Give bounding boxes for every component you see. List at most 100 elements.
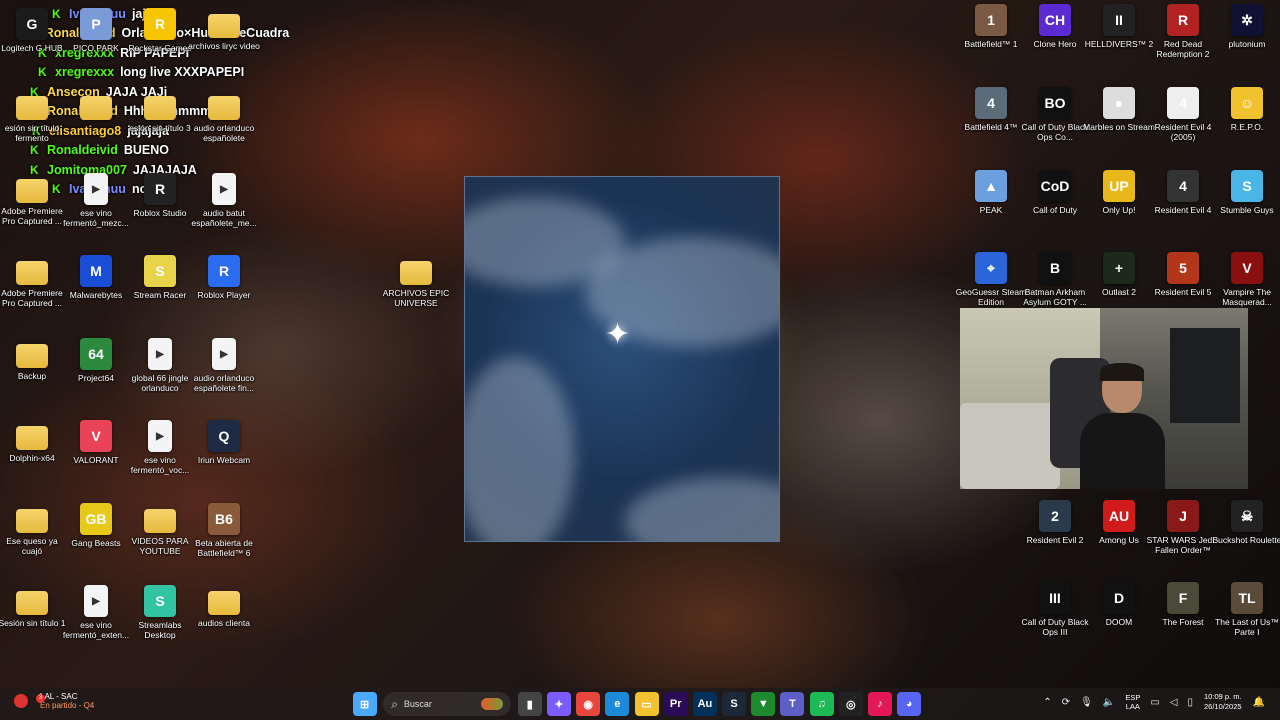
app-icon: D [1103,582,1135,614]
desktop-icon[interactable]: audio orlanduco españolete [189,90,259,143]
streamer [1080,363,1165,489]
desktop-icon[interactable]: 64 Project64 [61,338,131,383]
battery-icon[interactable]: ▯ [1187,697,1193,708]
spotify-button[interactable]: ♫ [809,692,834,716]
desktop-icon[interactable]: V VALORANT [61,420,131,465]
desktop-icon[interactable]: BO Call of Duty Black Ops Co... [1020,87,1090,142]
desktop-icon[interactable]: audios clienta [189,585,259,628]
desktop-icon[interactable]: 4 Resident Evil 4 (2005) [1148,87,1218,142]
desktop-icon[interactable]: G Logitech G HUB [0,8,67,53]
search-icon: ⌕ [391,696,398,711]
desktop-icon-label: Roblox Player [197,290,251,300]
desktop-icon-label: Clone Hero [1033,39,1077,49]
desktop-icon[interactable]: Dolphin-x64 [0,420,67,463]
desktop-icon[interactable]: TL The Last of Us™ Parte I [1212,582,1280,637]
discord-button[interactable]: ◕ [897,692,922,716]
desktop-icon[interactable]: global 66 jingle orlanduco [125,338,195,393]
chrome-button[interactable]: ◉ [576,692,601,716]
desktop-icon[interactable]: 4 Battlefield 4™ [956,87,1026,132]
microphone-icon[interactable]: 🎙 [1080,697,1093,708]
desktop-icon[interactable]: D DOOM [1084,582,1154,627]
clock[interactable]: 10:09 p. m. 26/10/2025 [1204,692,1242,712]
desktop-icon[interactable]: 5 Resident Evil 5 [1148,252,1218,297]
sync-icon[interactable]: ⟳ [1062,697,1070,708]
desktop-icon[interactable]: Adobe Premiere Pro Captured ... [0,255,67,308]
desktop-icon[interactable] [61,90,131,123]
edge-button[interactable]: e [605,692,630,716]
teams-button[interactable]: T [780,692,805,716]
desktop-icon[interactable]: audio orlanduco españolete fin... [189,338,259,393]
desktop-icon[interactable]: Sesión sin título 1 [0,585,67,628]
desktop-icon[interactable]: 4 Resident Evil 4 [1148,170,1218,215]
premiere-button[interactable]: Pr [663,692,688,716]
razer-button[interactable]: ▼ [751,692,776,716]
desktop-icon-label: esión sin título 3 [129,123,191,133]
desktop-icon[interactable]: III Call of Duty Black Ops III [1020,582,1090,637]
desktop-icon[interactable]: AU Among Us [1084,500,1154,545]
desktop-icon[interactable]: archivos liryc video [188,8,260,51]
desktop-icon-label: Batman Arkham Asylum GOTY ... [1023,287,1087,307]
desktop-icon[interactable]: B6 Beta abierta de Battlefield™ 6 [189,503,259,558]
notification-bell-icon[interactable]: 🔔 [1253,697,1265,708]
desktop-icon[interactable]: F The Forest [1148,582,1218,627]
desktop-icon[interactable]: V Vampire The Masquerad... [1212,252,1280,307]
desktop-icon[interactable]: ✲ plutonium [1212,4,1280,49]
desktop-icon[interactable]: 1 Battlefield™ 1 [956,4,1026,49]
widgets-button[interactable]: 3 LAL - SAC En partido - Q4 [14,692,94,710]
desktop-icon[interactable]: Ese queso ya cuajó [0,503,67,556]
desktop-icon[interactable]: J STAR WARS Jedi - Fallen Order™ [1147,500,1219,555]
desktop-icon[interactable]: UP Only Up! [1084,170,1154,215]
steam-button[interactable]: S [722,692,747,716]
audition-button[interactable]: Au [692,692,717,716]
desktop-icon[interactable]: S Stream Racer [125,255,195,300]
desktop-icon[interactable]: 2 Resident Evil 2 [1020,500,1090,545]
desktop-icon[interactable]: R Roblox Studio [125,173,195,218]
desktop-icon[interactable]: CoD Call of Duty [1020,170,1090,215]
desktop-icon[interactable]: R Rockstar Games [125,8,195,53]
language-indicator[interactable]: ESP LAA [1125,693,1140,711]
desktop-icon[interactable]: Backup [0,338,67,381]
desktop-icon[interactable]: Adobe Premiere Pro Captured ... [0,173,67,226]
desktop-icon[interactable]: B Batman Arkham Asylum GOTY ... [1020,252,1090,307]
desktop-icon[interactable]: S Streamlabs Desktop [125,585,195,640]
desktop-icon[interactable]: R Roblox Player [189,255,259,300]
desktop-icon[interactable]: M Malwarebytes [61,255,131,300]
desktop-icon[interactable]: esión sin título fermento [0,90,67,143]
desktop-icon[interactable]: + Outlast 2 [1084,252,1154,297]
task-view-button[interactable]: ▮ [517,692,542,716]
file-explorer-button[interactable]: ▭ [634,692,659,716]
desktop-icon[interactable]: esión sin título 3 [125,90,195,133]
desktop-icon[interactable]: CH Clone Hero [1020,4,1090,49]
desktop-icon[interactable]: ▲ PEAK [956,170,1026,215]
app-icon [212,173,236,205]
desktop-icon[interactable]: Q Iriun Webcam [189,420,259,465]
copilot-button[interactable]: ✦ [546,692,571,716]
desktop-icon[interactable]: ☺ R.E.P.O. [1212,87,1280,132]
desktop-icon[interactable]: ● Marbles on Stream [1083,87,1155,132]
wallpaper-preview-window[interactable]: ✦ [464,176,780,542]
desktop-icon[interactable]: ☠ Buckshot Roulette [1212,500,1280,545]
desktop-icon[interactable]: ese vino fermentó_exten... [61,585,131,640]
desktop-icon[interactable]: ⌖ GeoGuessr Steam Edition [956,252,1026,307]
tiktok-button[interactable]: ♪ [868,692,893,716]
desktop-icon[interactable]: P PICO PARK [61,8,131,53]
network-icon[interactable]: ▭ [1150,697,1159,708]
language-top: ESP [1125,693,1141,702]
chevron-up-icon[interactable]: ⌃ [1043,697,1051,708]
desktop-icon[interactable]: ARCHIVOS EPIC UNIVERSE [381,255,451,308]
ai-app-button[interactable]: ◎ [838,692,863,716]
desktop-icon[interactable]: ese vino fermentó_voc... [125,420,195,475]
desktop-icon[interactable]: audio batut españolete_me... [189,173,259,228]
speaker-icon[interactable]: 🔈 [1103,697,1115,708]
volume-icon[interactable]: ◁ [1170,697,1178,708]
desktop-icon[interactable]: GB Gang Beasts [61,503,131,548]
desktop-icon[interactable]: VIDEOS PARA YOUTUBE [125,503,195,556]
desktop-icon[interactable]: S Stumble Guys [1212,170,1280,215]
app-icon: M [80,255,112,287]
desktop-icon[interactable]: ese vino fermentó_mezc... [61,173,131,228]
desktop-icon-label: plutonium [1228,39,1266,49]
search-box[interactable]: ⌕ Buscar [383,692,512,716]
desktop-icon[interactable]: R Red Dead Redemption 2 [1148,4,1218,59]
desktop-icon[interactable]: II HELLDIVERS™ 2 [1084,4,1154,49]
start-button[interactable]: ⊞ [352,692,377,716]
